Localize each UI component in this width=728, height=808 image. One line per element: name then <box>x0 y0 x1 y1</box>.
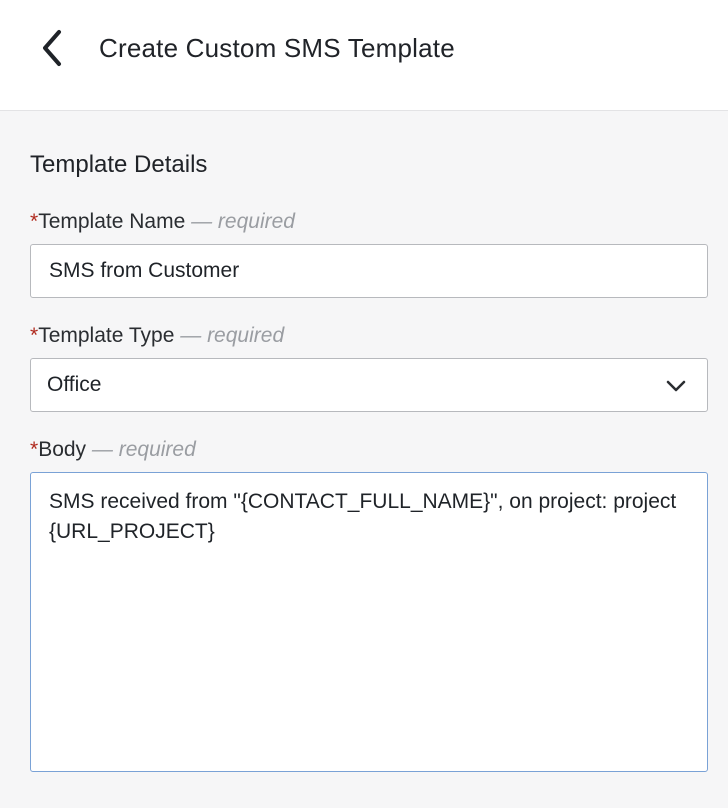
template-name-label: *Template Name — required <box>30 208 295 236</box>
required-asterisk: * <box>30 210 39 233</box>
required-asterisk: * <box>30 324 39 347</box>
template-type-value: Office <box>47 373 102 396</box>
back-button[interactable] <box>30 26 74 70</box>
chevron-down-icon <box>666 380 686 392</box>
body-textarea[interactable]: SMS received from "{CONTACT_FULL_NAME}",… <box>30 472 708 772</box>
body-label-text: Body <box>38 438 87 461</box>
chevron-left-icon <box>43 30 61 66</box>
template-type-label: *Template Type — required <box>30 322 284 350</box>
template-type-label-text: Template Type <box>38 324 175 347</box>
template-type-select[interactable]: Office <box>30 358 708 412</box>
required-hint: — required <box>91 438 196 461</box>
section-title: Template Details <box>30 151 208 178</box>
body-label: *Body — required <box>30 436 196 464</box>
template-name-label-text: Template Name <box>38 210 186 233</box>
required-hint: — required <box>191 210 295 233</box>
header-bar: Create Custom SMS Template <box>0 0 728 111</box>
page-title: Create Custom SMS Template <box>99 33 455 63</box>
required-asterisk: * <box>30 438 39 461</box>
required-hint: — required <box>180 324 285 347</box>
template-name-input[interactable] <box>30 244 708 298</box>
